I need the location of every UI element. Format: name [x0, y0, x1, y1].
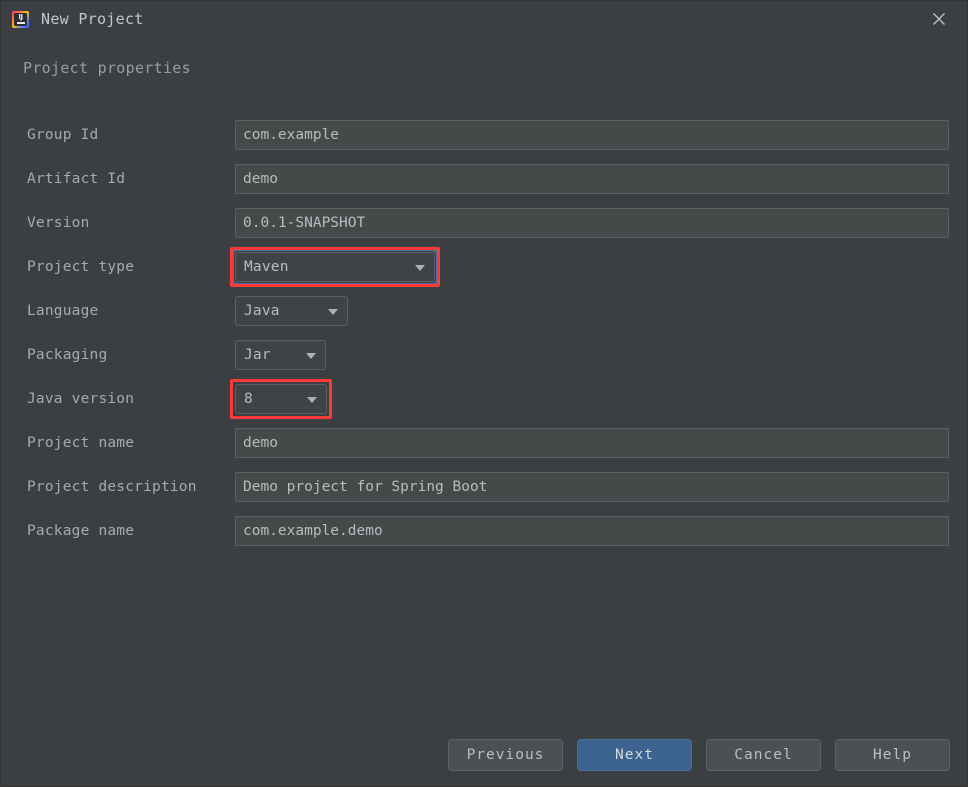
label-project-type: Project type	[27, 259, 134, 275]
window-title: New Project	[41, 10, 144, 28]
close-icon[interactable]	[927, 7, 951, 31]
packaging-dropdown[interactable]: Jar	[235, 340, 326, 370]
form-row-language: Language Java	[1, 289, 968, 333]
intellij-idea-icon: IJ	[12, 11, 29, 28]
label-group-id: Group Id	[27, 127, 98, 143]
section-title: Project properties	[23, 59, 191, 77]
language-dropdown[interactable]: Java	[235, 296, 348, 326]
field-wrap-group-id	[235, 120, 949, 150]
form-row-project-type: Project type Maven	[1, 245, 968, 289]
label-artifact-id: Artifact Id	[27, 171, 125, 187]
chevron-down-icon	[415, 265, 425, 271]
label-version: Version	[27, 215, 90, 231]
label-project-name: Project name	[27, 435, 134, 451]
cancel-button[interactable]: Cancel	[706, 739, 821, 771]
form-row-group-id: Group Id	[1, 113, 968, 157]
field-wrap-package-name	[235, 516, 949, 546]
form-row-artifact-id: Artifact Id	[1, 157, 968, 201]
field-wrap-packaging: Jar	[235, 340, 326, 370]
help-button[interactable]: Help	[835, 739, 950, 771]
chevron-down-icon	[328, 309, 338, 315]
form-row-package-name: Package name	[1, 509, 968, 553]
form-row-project-description: Project description	[1, 465, 968, 509]
label-java-version: Java version	[27, 391, 134, 407]
project-properties-form: Group Id Artifact Id Version Project typ…	[1, 113, 968, 553]
package-name-input[interactable]	[235, 516, 949, 546]
label-packaging: Packaging	[27, 347, 107, 363]
project-type-dropdown[interactable]: Maven	[235, 252, 435, 282]
field-wrap-project-type: Maven	[235, 252, 435, 282]
title-bar: IJ New Project	[1, 1, 968, 37]
new-project-dialog: IJ New Project Project properties Group …	[0, 0, 968, 787]
artifact-id-input[interactable]	[235, 164, 949, 194]
form-row-project-name: Project name	[1, 421, 968, 465]
project-type-value: Maven	[236, 259, 289, 275]
version-input[interactable]	[235, 208, 949, 238]
form-row-version: Version	[1, 201, 968, 245]
next-button[interactable]: Next	[577, 739, 692, 771]
project-description-input[interactable]	[235, 472, 949, 502]
label-language: Language	[27, 303, 98, 319]
field-wrap-version	[235, 208, 949, 238]
java-version-value: 8	[236, 391, 253, 407]
dialog-footer: Previous Next Cancel Help	[1, 724, 968, 786]
field-wrap-project-name	[235, 428, 949, 458]
packaging-value: Jar	[236, 347, 271, 363]
field-wrap-artifact-id	[235, 164, 949, 194]
label-project-description: Project description	[27, 479, 197, 495]
form-row-java-version: Java version 8	[1, 377, 968, 421]
label-package-name: Package name	[27, 523, 134, 539]
field-wrap-java-version: 8	[235, 384, 327, 414]
project-name-input[interactable]	[235, 428, 949, 458]
language-value: Java	[236, 303, 280, 319]
form-row-packaging: Packaging Jar	[1, 333, 968, 377]
chevron-down-icon	[306, 353, 316, 359]
field-wrap-language: Java	[235, 296, 348, 326]
chevron-down-icon	[307, 397, 317, 403]
previous-button[interactable]: Previous	[448, 739, 563, 771]
java-version-dropdown[interactable]: 8	[235, 384, 327, 414]
group-id-input[interactable]	[235, 120, 949, 150]
field-wrap-project-description	[235, 472, 949, 502]
